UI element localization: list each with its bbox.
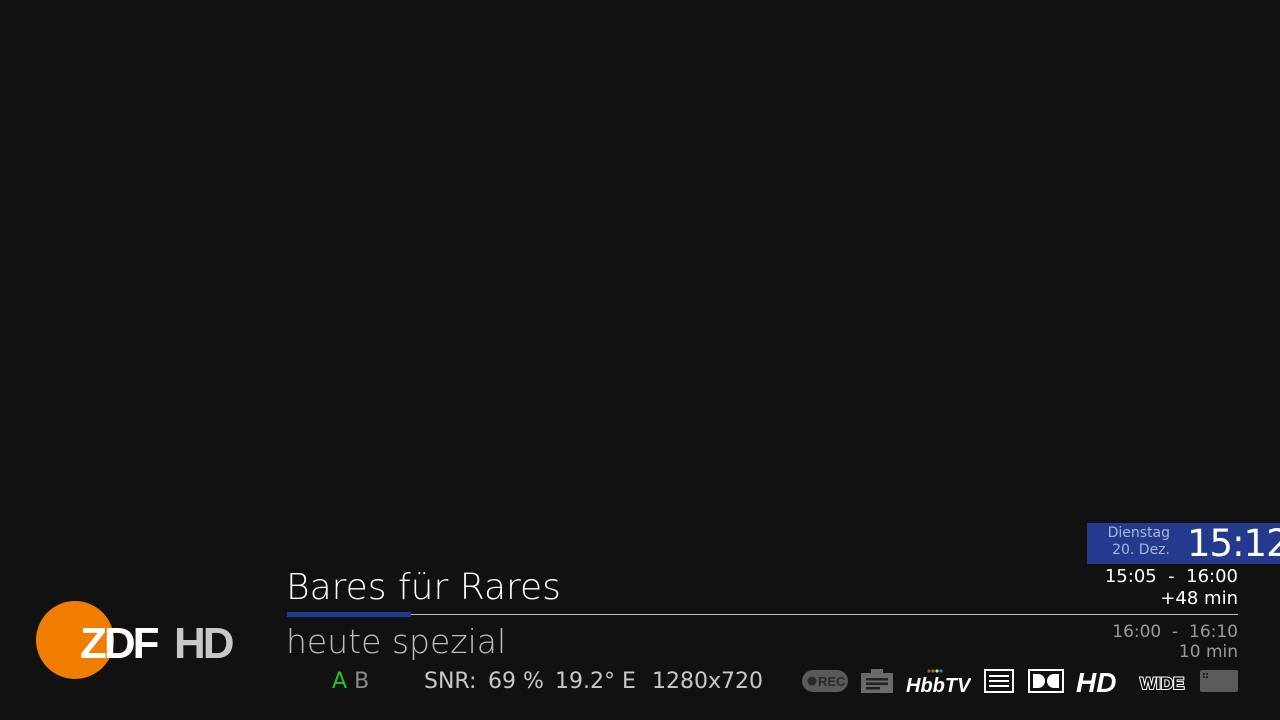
- hbbtv-icon-label: HbbTV: [906, 675, 971, 696]
- current-program-times: 15:05 - 16:00 +48 min: [1105, 566, 1238, 610]
- next-program-times: 16:00 - 16:10 10 min: [1112, 622, 1238, 662]
- hd-icon: HD: [1076, 667, 1116, 695]
- hd-icon-label: HD: [1076, 667, 1116, 695]
- wide-icon: WIDE: [1139, 673, 1185, 693]
- teletext-icon: [984, 669, 1014, 693]
- current-start: 15:05: [1104, 566, 1157, 587]
- wide-icon-label: WIDE: [1140, 674, 1184, 693]
- progress-bar: [287, 612, 411, 617]
- next-end: 16:10: [1189, 622, 1238, 642]
- channel-logo: ZDF HD: [36, 600, 250, 680]
- rec-icon: REC: [802, 670, 848, 692]
- clock-weekday: Dienstag: [1107, 525, 1170, 541]
- next-start: 16:00: [1112, 622, 1162, 642]
- ci-icon: [1200, 670, 1238, 692]
- current-program-title: Bares für Rares: [286, 567, 561, 608]
- hbbtv-icon: HbbTV: [906, 669, 971, 696]
- next-duration: 10 min: [1178, 642, 1238, 662]
- snr-value: 69 %: [488, 669, 544, 694]
- video-resolution: 1280x720: [652, 669, 763, 694]
- audio-track-a: A: [332, 669, 348, 694]
- audio-track-b: B: [354, 669, 370, 694]
- current-remaining: +48 min: [1160, 588, 1238, 609]
- clock-panel: Dienstag 20. Dez. 15:12: [1087, 523, 1280, 564]
- clock-day: 20. Dez.: [1112, 542, 1170, 558]
- logo-hd-text: HD: [174, 619, 233, 668]
- audio-track-indicator: A B: [332, 667, 369, 697]
- current-time-range: 15:05 - 16:00: [1104, 566, 1238, 587]
- dolby-icon: [1028, 669, 1064, 693]
- progress-track: [287, 614, 1238, 615]
- orbital-position: 19.2° E: [555, 669, 636, 694]
- next-time-range: 16:00 - 16:10: [1112, 622, 1238, 642]
- clock-date: Dienstag 20. Dez.: [1087, 525, 1170, 559]
- next-program-title: heute spezial: [286, 622, 507, 661]
- clock-time: 15:12: [1187, 522, 1280, 565]
- current-end: 16:00: [1186, 566, 1238, 587]
- epg-icon: [861, 669, 893, 693]
- logo-zdf-text: ZDF: [80, 619, 159, 668]
- status-icons: REC HbbTV HD WIDE: [800, 667, 1240, 697]
- rec-icon-label: REC: [818, 674, 846, 689]
- snr-label: SNR:: [424, 669, 477, 694]
